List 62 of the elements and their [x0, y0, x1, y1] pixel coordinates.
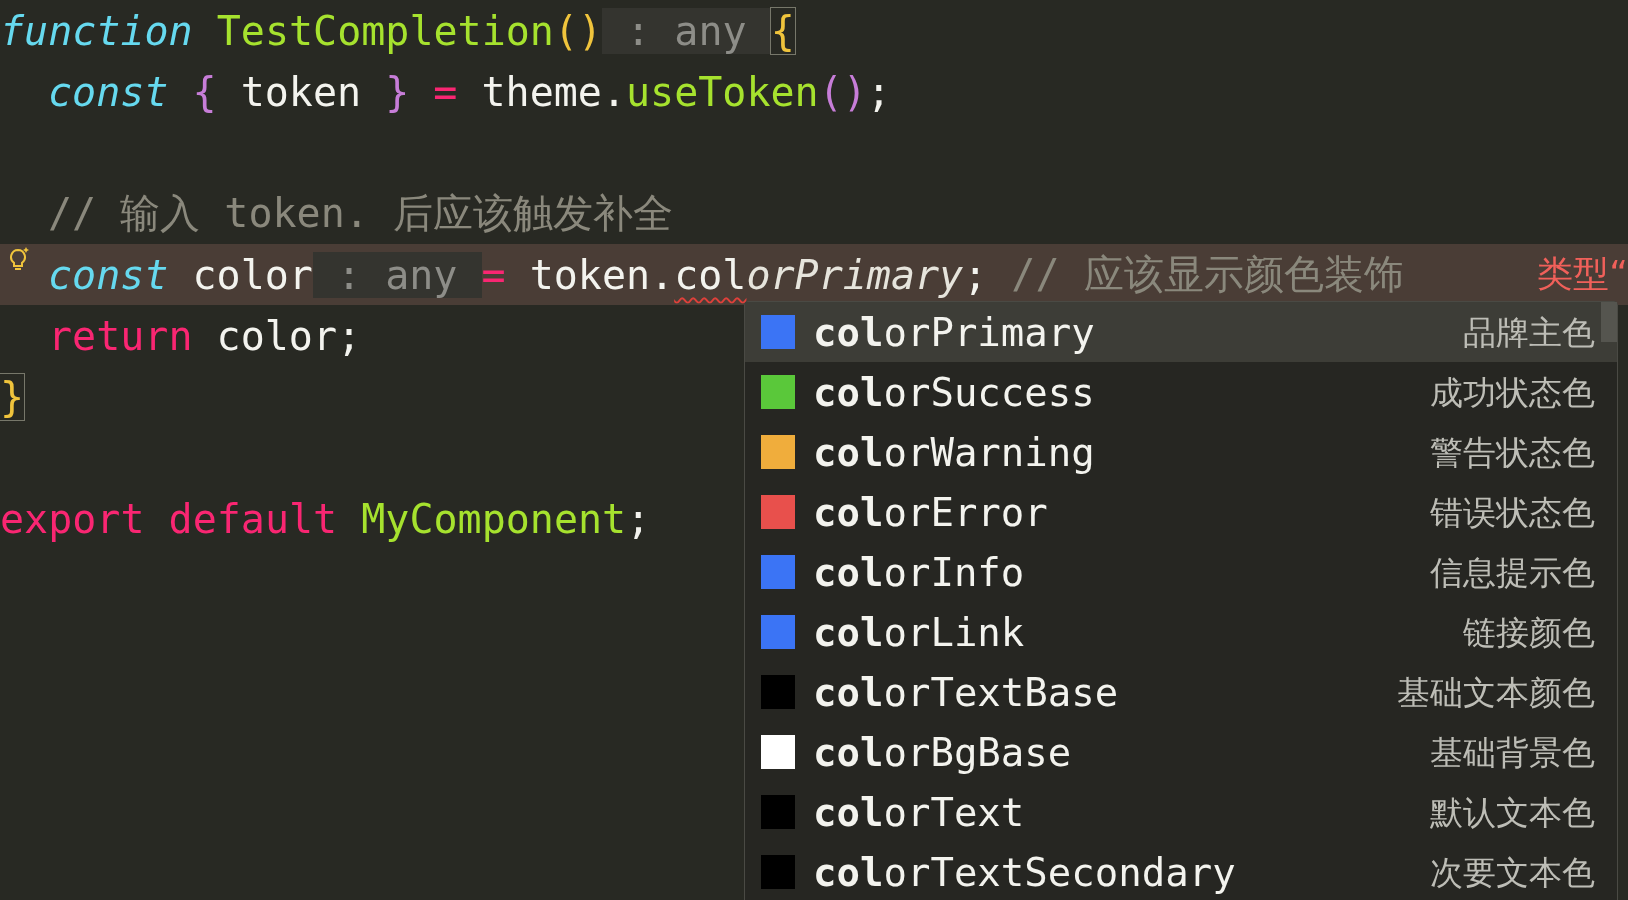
suggestion-detail: 品牌主色 [1463, 315, 1595, 349]
suggestion-item[interactable]: colorError 错误状态色 [745, 482, 1617, 542]
code-token: color [191, 251, 313, 298]
scrollbar-thumb[interactable] [1601, 302, 1617, 342]
code-token: = [481, 251, 506, 298]
code-token: { [191, 68, 217, 115]
code-token: theme. [480, 68, 626, 115]
code-token: function [0, 7, 193, 54]
suggestion-detail: 默认文本色 [1430, 795, 1595, 829]
suggestion-detail: 基础文本颜色 [1397, 675, 1595, 709]
suggestion-item[interactable]: colorTextBase 基础文本颜色 [745, 662, 1617, 722]
code-token: = [432, 68, 458, 115]
code-token: } [385, 68, 410, 115]
code-token: export default [0, 495, 338, 542]
code-token: ; [963, 251, 988, 298]
suggestion-label: colorTextBase [813, 672, 1119, 712]
type-hint: : any [602, 7, 771, 54]
code-token: col [674, 251, 747, 298]
suggestion-label: colorWarning [813, 432, 1095, 472]
code-comment: // 应该显示颜色装饰 [1010, 250, 1404, 299]
type-hint: : any [312, 251, 482, 298]
suggestion-item[interactable]: colorBgBase 基础背景色 [745, 722, 1617, 782]
suggestion-item[interactable]: colorPrimary 品牌主色 [745, 302, 1617, 362]
code-token: return [48, 312, 193, 359]
suggestion-item[interactable]: colorInfo 信息提示色 [745, 542, 1617, 602]
code-token: { [770, 7, 795, 54]
suggestion-item[interactable]: colorTextSecondary 次要文本色 [745, 842, 1617, 900]
suggestion-label: colorPrimary [813, 312, 1095, 352]
suggestion-label: colorLink [813, 612, 1025, 652]
suggestion-label: colorBgBase [813, 732, 1072, 772]
suggestion-label: colorText [813, 792, 1025, 832]
code-token: } [0, 373, 25, 420]
suggestion-item[interactable]: colorWarning 警告状态色 [745, 422, 1617, 482]
suggestion-detail: 链接颜色 [1463, 615, 1595, 649]
suggestion-item[interactable]: colorSuccess 成功状态色 [745, 362, 1617, 422]
suggestion-label: colorInfo [813, 552, 1025, 592]
code-comment: // 输入 token. 后应该触发补全 [48, 189, 673, 238]
suggestion-item[interactable]: colorText 默认文本色 [745, 782, 1617, 842]
code-token: ; [626, 495, 651, 542]
suggestion-item[interactable]: colorLink 链接颜色 [745, 602, 1617, 662]
code-token: orPrimary [746, 251, 964, 298]
suggestion-label: colorError [813, 492, 1048, 532]
code-token: () [818, 68, 867, 115]
code-token: const [48, 68, 169, 115]
error-message: 类型“ [1537, 252, 1628, 296]
code-token: () [553, 7, 603, 54]
suggestion-detail: 成功状态色 [1430, 375, 1595, 409]
suggestion-detail: 错误状态色 [1430, 495, 1595, 529]
suggestion-detail: 次要文本色 [1430, 855, 1595, 889]
suggestion-label: colorSuccess [813, 372, 1095, 412]
code-token: color; [215, 312, 362, 359]
suggestion-detail: 基础背景色 [1430, 735, 1595, 769]
code-token: token. [528, 251, 675, 298]
suggestion-detail: 警告状态色 [1430, 435, 1595, 469]
code-token: ; [866, 68, 891, 115]
code-token: token [239, 68, 363, 115]
code-token: MyComponent [360, 495, 627, 542]
code-token: const [48, 251, 169, 298]
suggestion-label: colorTextSecondary [813, 852, 1236, 892]
code-token: useToken [626, 68, 819, 115]
suggestion-detail: 信息提示色 [1430, 555, 1595, 589]
code-token: TestCompletion [215, 7, 554, 54]
